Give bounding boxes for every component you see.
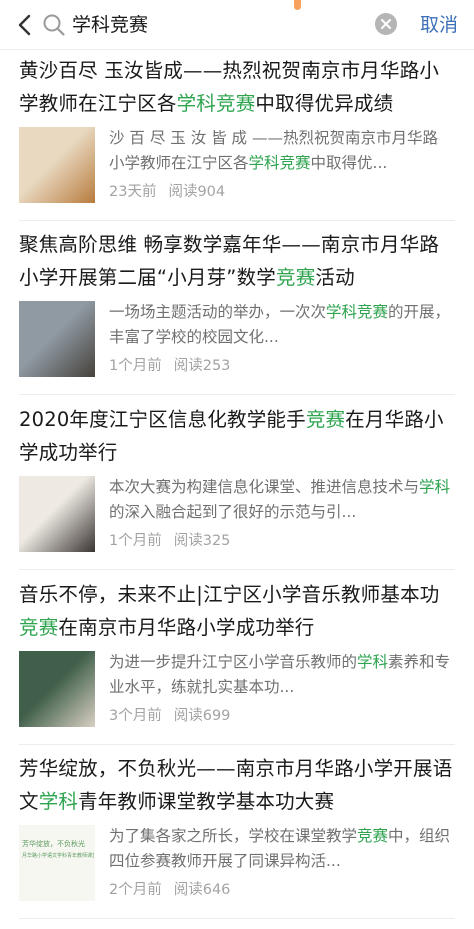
- result-title[interactable]: 芳华绽放，不负秋光——南京市月华路小学开展语文学科青年教师课堂教学基本功大赛: [19, 752, 455, 818]
- keyword-highlight: 竞赛: [19, 616, 59, 639]
- snippet-text: 本次大赛为构建信息化课堂、推进信息技术与: [109, 478, 420, 496]
- keyword-highlight: 学科: [38, 790, 79, 813]
- result-snippet: 本次大赛为构建信息化课堂、推进信息技术与学科的深入融合起到了很好的示范与引...: [109, 475, 453, 525]
- thumbnail-caption: 芳华绽放，不负秋光: [22, 840, 85, 848]
- result-title[interactable]: 2020年度江宁区信息化教学能手竞赛在月华路小学成功举行: [19, 403, 455, 469]
- result-snippet: 为了集各家之所长，学校在课堂教学竞赛中，组织四位参赛教师开展了同课异构活...: [109, 824, 453, 874]
- search-result-item[interactable]: 2020年度江宁区信息化教学能手竞赛在月华路小学成功举行本次大赛为构建信息化课堂…: [19, 403, 455, 552]
- search-input[interactable]: 学科竞赛: [72, 11, 148, 39]
- snippet-text: 一场场主题活动的举办，一次次: [109, 303, 327, 321]
- snippet-text: 为了集各家之所长，学校在课堂教学: [109, 827, 358, 845]
- result-meta: 1个月前 阅读253: [109, 356, 230, 376]
- cancel-button[interactable]: 取消: [420, 11, 458, 39]
- snippet-text: 中取得优...: [310, 154, 388, 172]
- search-result-item[interactable]: 黄沙百尽 玉汝皆成——热烈祝贺南京市月华路小学教师在江宁区各学科竞赛中取得优异成…: [19, 54, 455, 203]
- result-title[interactable]: 聚焦高阶思维 畅享数学嘉年华——南京市月华路小学开展第二届“小月芽”数学竞赛活动: [19, 228, 455, 294]
- read-count: 阅读699: [173, 708, 231, 724]
- title-text: 2020年度江宁区信息化教学能手: [19, 408, 306, 431]
- result-snippet: 一场场主题活动的举办，一次次学科竞赛的开展，丰富了学校的校园文化...: [109, 300, 453, 350]
- search-bar: 学科竞赛 取消: [0, 0, 474, 50]
- result-thumbnail[interactable]: [19, 127, 95, 203]
- keyword-highlight: 学科: [419, 478, 451, 496]
- result-snippet: 沙 百 尽 玉 汝 皆 成 ——热烈祝贺南京市月华路小学教师在江宁区各学科竞赛中…: [109, 126, 453, 176]
- search-result-item[interactable]: 芳华绽放，不负秋光——南京市月华路小学开展语文学科青年教师课堂教学基本功大赛芳华…: [19, 752, 455, 901]
- result-meta: 3个月前 阅读699: [109, 706, 230, 726]
- result-meta: 1个月前 阅读325: [109, 531, 230, 551]
- snippet-text: 的深入融合起到了很好的示范与引...: [109, 503, 357, 521]
- clear-icon[interactable]: [375, 13, 397, 35]
- publish-time: 1个月前: [109, 358, 162, 374]
- result-meta: 23天前 阅读904: [109, 182, 225, 202]
- result-snippet: 为进一步提升江宁区小学音乐教师的学科素养和专业水平，练就扎实基本功...: [109, 650, 453, 700]
- read-count: 阅读253: [173, 358, 231, 374]
- snippet-text: 为进一步提升江宁区小学音乐教师的: [109, 653, 358, 671]
- divider: [19, 744, 455, 745]
- publish-time: 3个月前: [109, 708, 162, 724]
- back-arrow-icon[interactable]: [12, 12, 38, 38]
- result-thumbnail[interactable]: 芳华绽放，不负秋光月华路小学语文学科青年教师课堂教学基本功大赛: [19, 825, 95, 901]
- search-icon: [43, 14, 65, 36]
- title-text: 聚焦高阶思维 畅享数学嘉年华——南京市月华路小学开展第二届“小月芽”数学: [19, 233, 440, 289]
- search-result-item[interactable]: 音乐不停，未来不止|江宁区小学音乐教师基本功竞赛在南京市月华路小学成功举行为进一…: [19, 578, 455, 727]
- keyword-highlight: 学科竞赛: [326, 303, 389, 321]
- title-text: 音乐不停，未来不止|江宁区小学音乐教师基本功: [19, 583, 440, 606]
- keyword-highlight: 学科竞赛: [248, 154, 311, 172]
- thumbnail-caption: 月华路小学语文学科青年教师课堂教学基本功大赛: [22, 853, 94, 859]
- divider: [19, 220, 455, 221]
- divider: [19, 569, 455, 570]
- read-count: 阅读325: [173, 533, 231, 549]
- search-result-item[interactable]: 聚焦高阶思维 畅享数学嘉年华——南京市月华路小学开展第二届“小月芽”数学竞赛活动…: [19, 228, 455, 377]
- publish-time: 23天前: [109, 184, 157, 200]
- publish-time: 1个月前: [109, 533, 162, 549]
- publish-time: 2个月前: [109, 882, 162, 898]
- result-title[interactable]: 黄沙百尽 玉汝皆成——热烈祝贺南京市月华路小学教师在江宁区各学科竞赛中取得优异成…: [19, 54, 455, 120]
- result-title[interactable]: 音乐不停，未来不止|江宁区小学音乐教师基本功竞赛在南京市月华路小学成功举行: [19, 578, 455, 644]
- read-count: 阅读904: [168, 184, 226, 200]
- result-thumbnail[interactable]: [19, 476, 95, 552]
- keyword-highlight: 竞赛: [305, 408, 346, 431]
- keyword-highlight: 竞赛: [276, 266, 316, 289]
- keyword-highlight: 学科: [357, 653, 389, 671]
- read-count: 阅读646: [173, 882, 231, 898]
- divider: [19, 394, 455, 395]
- result-meta: 2个月前 阅读646: [109, 880, 230, 900]
- title-text: 活动: [315, 266, 355, 289]
- title-text: 中取得优异成绩: [255, 92, 394, 115]
- result-thumbnail[interactable]: [19, 301, 95, 377]
- title-text: 在南京市月华路小学成功举行: [58, 616, 315, 639]
- keyword-highlight: 竞赛: [357, 827, 389, 845]
- result-thumbnail[interactable]: [19, 651, 95, 727]
- title-text: 青年教师课堂教学基本功大赛: [78, 790, 335, 813]
- status-indicator: [294, 0, 301, 10]
- keyword-highlight: 学科竞赛: [176, 92, 256, 115]
- divider: [19, 918, 455, 919]
